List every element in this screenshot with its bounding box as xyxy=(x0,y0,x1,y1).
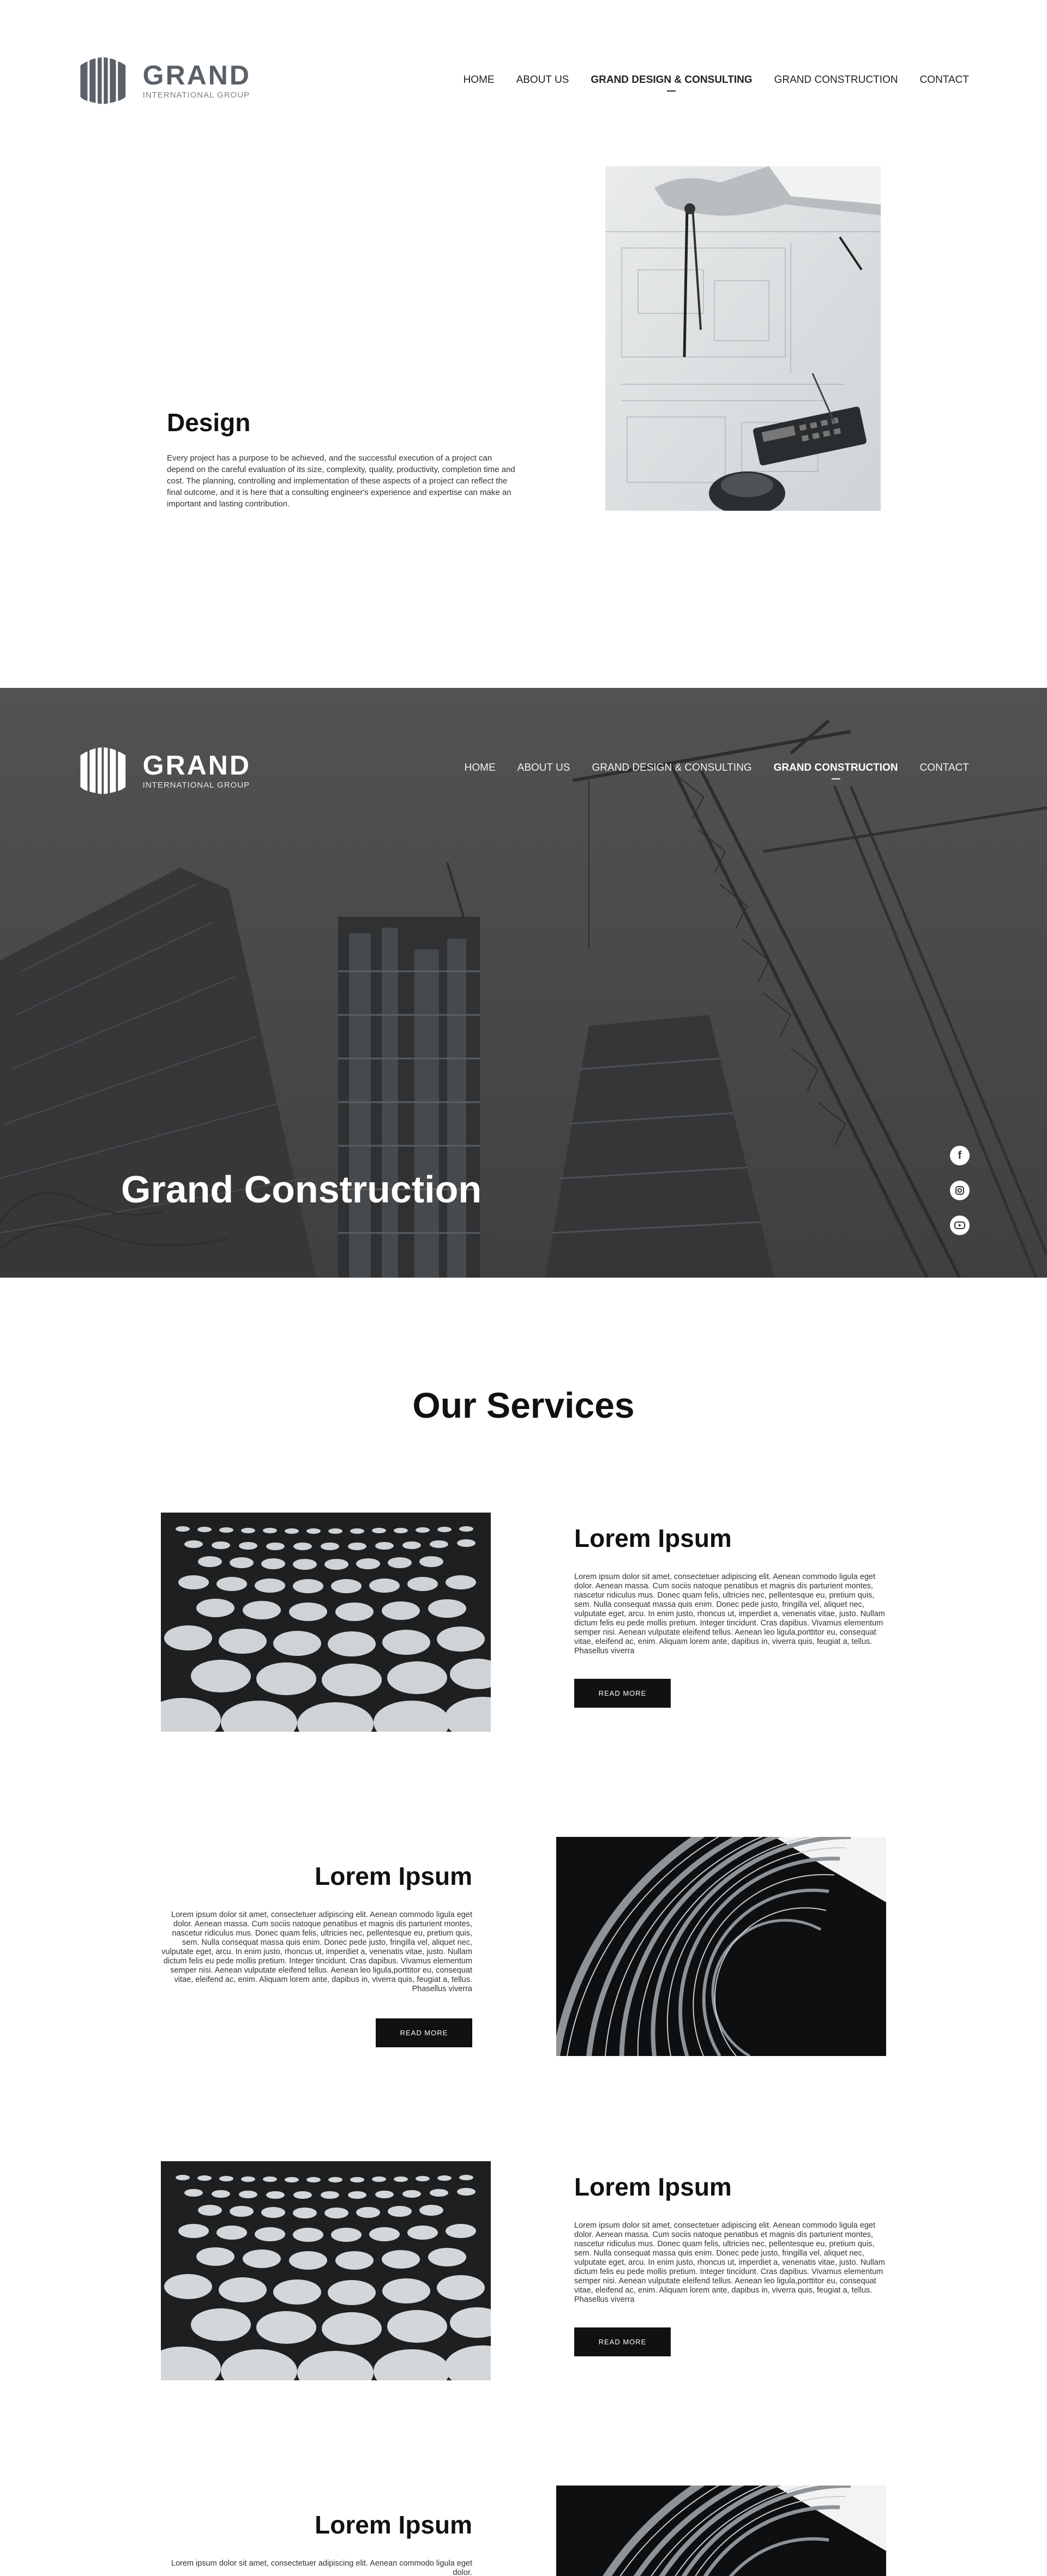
read-more-button-2[interactable]: READ MORE xyxy=(376,2018,472,2047)
nav-about-us[interactable]: ABOUT US xyxy=(518,762,570,774)
design-image xyxy=(605,166,881,511)
logo-mark-icon xyxy=(80,57,126,104)
brand-subtitle: INTERNATIONAL GROUP xyxy=(142,90,250,100)
service-title-3: Lorem Ipsum xyxy=(574,2173,732,2201)
logo-mark-icon xyxy=(80,747,126,794)
hero-title: Grand Construction xyxy=(121,1168,482,1211)
service-image-1 xyxy=(161,1513,491,1732)
site-header: GRAND INTERNATIONAL GROUP HOME ABOUT US … xyxy=(0,0,1047,164)
nav-construction[interactable]: GRAND CONSTRUCTION xyxy=(774,74,898,86)
nav-design-consulting[interactable]: GRAND DESIGN & CONSULTING xyxy=(591,74,752,86)
read-more-button-3[interactable]: READ MORE xyxy=(574,2327,671,2356)
hero-nav: HOME ABOUT US GRAND DESIGN & CONSULTING … xyxy=(465,762,969,774)
service-title-1: Lorem Ipsum xyxy=(574,1524,732,1552)
service-image-3 xyxy=(161,2161,491,2380)
service-text-1: Lorem ipsum dolor sit amet, consectetuer… xyxy=(574,1573,885,1655)
facebook-icon[interactable]: f xyxy=(950,1146,970,1165)
read-more-button-1[interactable]: READ MORE xyxy=(574,1679,671,1708)
nav-design-consulting[interactable]: GRAND DESIGN & CONSULTING xyxy=(592,762,751,774)
youtube-icon[interactable] xyxy=(950,1216,970,1235)
nav-home[interactable]: HOME xyxy=(465,762,496,774)
service-text-4: Lorem ipsum dolor sit amet, consectetuer… xyxy=(171,2559,472,2576)
nav-contact[interactable]: CONTACT xyxy=(920,762,969,774)
service-title-4: Lorem Ipsum xyxy=(315,2511,472,2539)
nav-about-us[interactable]: ABOUT US xyxy=(516,74,569,86)
service-image-2 xyxy=(556,1837,886,2056)
service-text-3: Lorem ipsum dolor sit amet, consectetuer… xyxy=(574,2221,885,2304)
service-title-2: Lorem Ipsum xyxy=(315,1862,472,1890)
design-text: Every project has a purpose to be achiev… xyxy=(167,453,515,509)
instagram-icon[interactable] xyxy=(950,1181,970,1200)
hero-brand-logo[interactable]: GRAND INTERNATIONAL GROUP xyxy=(76,745,251,796)
service-image-4 xyxy=(556,2486,886,2576)
nav-home[interactable]: HOME xyxy=(464,74,495,86)
social-links: f xyxy=(950,1146,970,1235)
main-nav: HOME ABOUT US GRAND DESIGN & CONSULTING … xyxy=(464,74,969,86)
nav-construction[interactable]: GRAND CONSTRUCTION xyxy=(774,762,898,774)
brand-subtitle: INTERNATIONAL GROUP xyxy=(142,781,250,790)
hero-section: GRAND INTERNATIONAL GROUP HOME ABOUT US … xyxy=(0,688,1047,1278)
brand-logo[interactable]: GRAND INTERNATIONAL GROUP xyxy=(76,55,251,106)
brand-name: GRAND xyxy=(142,60,251,90)
nav-contact[interactable]: CONTACT xyxy=(920,74,969,86)
design-title: Design xyxy=(167,408,251,437)
services-title: Our Services xyxy=(412,1385,635,1425)
service-text-2: Lorem ipsum dolor sit amet, consectetuer… xyxy=(161,1910,472,1993)
brand-name: GRAND xyxy=(142,750,251,781)
